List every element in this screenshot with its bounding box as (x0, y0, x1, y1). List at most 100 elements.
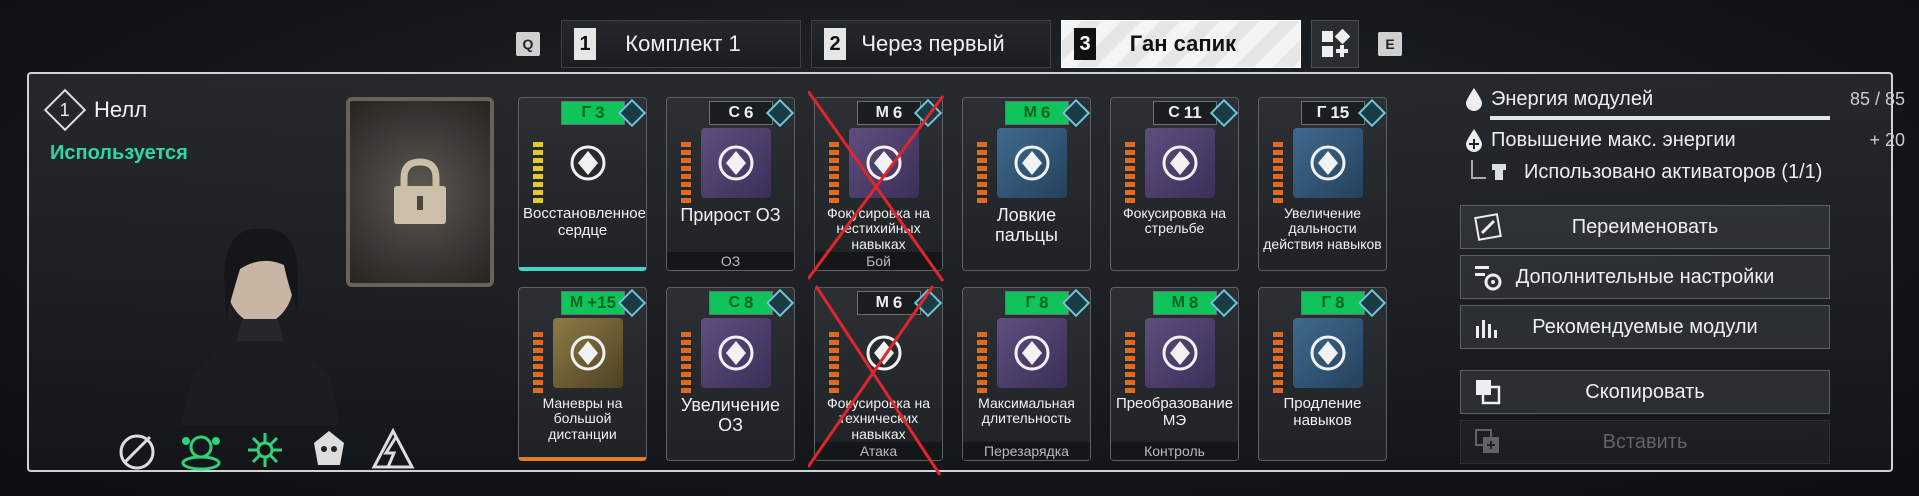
module-level-bars (829, 332, 839, 393)
module-card[interactable]: Γ 8 Продление навыков (1258, 287, 1387, 461)
module-cost: M 6 (1005, 101, 1069, 125)
character-name: Нелл (94, 97, 148, 122)
module-icon (1145, 128, 1215, 198)
grid-plus-icon (1322, 29, 1350, 57)
module-icon (1145, 318, 1215, 388)
module-card[interactable]: C 6 Прирост ОЗ ОЗ (666, 97, 795, 271)
module-level-bars (1125, 332, 1135, 393)
tab-label: Комплект 1 (625, 31, 741, 56)
module-name: Увеличение ОЗ (680, 395, 781, 435)
module-cost-value: 8 (1039, 293, 1049, 312)
recommended-modules-button[interactable]: Рекомендуемые модули (1460, 305, 1830, 349)
module-card[interactable]: Γ 3 Восстановленное сердце (518, 97, 647, 271)
module-cost-value: 15 (1330, 103, 1350, 122)
next-tab-key[interactable]: E (1378, 32, 1402, 56)
module-name: Фокусировка на стрельбе (1122, 205, 1226, 237)
module-name: Прирост ОЗ (680, 205, 781, 225)
module-icon (1293, 128, 1363, 198)
module-icon (553, 318, 623, 388)
energy-bar (1490, 116, 1830, 120)
module-level-bars (1125, 142, 1135, 203)
module-socket-icon: C (728, 104, 741, 121)
module-name: Фокусировка на технических навыках (826, 395, 930, 442)
module-card[interactable]: M +15 Маневры на большой дистанции (518, 287, 647, 461)
skill-icon-5[interactable] (368, 425, 418, 475)
energy-value: 85 / 85 (1849, 88, 1905, 109)
module-cost-value: 6 (892, 103, 903, 122)
activators-row: Использовано активаторов (1/1) (1470, 160, 1822, 184)
module-cost: C 11 (1153, 101, 1217, 125)
module-cost: M +15 (561, 291, 625, 315)
module-level-bars (977, 142, 987, 203)
module-socket-icon: Γ (1025, 294, 1036, 311)
module-icon (997, 128, 1067, 198)
module-card[interactable]: M 6 Фокусировка на технических навыках А… (814, 287, 943, 461)
module-cost: M 6 (857, 101, 921, 125)
module-cost-value: 8 (1335, 293, 1345, 312)
max-energy-row: Повышение макс. энергии + 20 (1465, 128, 1905, 152)
module-level-bars (533, 142, 543, 203)
module-level-bars (829, 142, 839, 203)
module-socket-icon: C (728, 294, 741, 311)
tab-loadout-3[interactable]: 3 Ган сапик (1061, 20, 1301, 68)
module-card[interactable]: M 6 Фокусировка на нестихийных навыках Б… (814, 97, 943, 271)
module-level-bars (1273, 332, 1283, 393)
module-card[interactable]: C 8 Увеличение ОЗ (666, 287, 795, 461)
paste-icon (1475, 429, 1499, 453)
character-status: Используется (50, 142, 188, 164)
module-cost: C 8 (709, 291, 773, 315)
skill-icon-2[interactable] (176, 425, 226, 475)
add-loadout-button[interactable] (1311, 20, 1359, 68)
paste-label: Вставить (1602, 430, 1688, 453)
module-card[interactable]: Γ 15 Увеличение дальности действия навык… (1258, 97, 1387, 271)
prev-tab-key[interactable]: Q (516, 32, 540, 56)
skill-icons-row (112, 425, 418, 475)
module-type: Контроль (1111, 442, 1238, 460)
module-cost: Γ 15 (1301, 101, 1365, 125)
skill-icon-4[interactable] (304, 425, 354, 475)
module-cost-value: 6 (892, 293, 903, 312)
module-icon (849, 128, 919, 198)
locked-activator-slot[interactable] (346, 97, 494, 287)
max-energy-label: Повышение макс. энергии (1491, 128, 1736, 151)
module-socket-icon: M (875, 294, 889, 311)
recommended-modules-label: Рекомендуемые модули (1532, 315, 1758, 338)
copy-button[interactable]: Скопировать (1460, 370, 1830, 414)
tab-number: 1 (574, 28, 596, 60)
module-socket-icon: M (1023, 104, 1037, 121)
module-cost: M 8 (1153, 291, 1217, 315)
character-portrait[interactable] (180, 215, 340, 425)
max-energy-value: + 20 (1869, 129, 1905, 150)
tab-loadout-1[interactable]: 1 Комплект 1 (561, 20, 801, 68)
module-card[interactable]: C 11 Фокусировка на стрельбе (1110, 97, 1239, 271)
module-name: Маневры на большой дистанции (542, 395, 623, 442)
paste-button[interactable]: Вставить (1460, 420, 1830, 464)
module-card[interactable]: M 8 Преобразование МЭ Контроль (1110, 287, 1239, 461)
module-socket-icon: M (1171, 294, 1185, 311)
rename-button[interactable]: Переименовать (1460, 205, 1830, 249)
module-cost-value: 11 (1183, 103, 1202, 122)
extra-settings-label: Дополнительные настройки (1515, 265, 1775, 288)
skill-icon-1[interactable] (112, 425, 162, 475)
skill-icon-3[interactable] (240, 425, 290, 475)
activator-icon (1471, 160, 1506, 180)
module-card[interactable]: Γ 8 Максимальная длительность Перезарядк… (962, 287, 1091, 461)
module-level-bars (533, 332, 543, 393)
module-card[interactable]: M 6 Ловкие пальцы (962, 97, 1091, 271)
module-cost-value: 6 (1040, 103, 1051, 122)
energy-label: Энергия модулей (1491, 87, 1654, 110)
extra-settings-button[interactable]: Дополнительные настройки (1460, 255, 1830, 299)
lock-icon (394, 158, 446, 224)
module-level-bars (1273, 142, 1283, 203)
tab-label: Через первый (861, 31, 1005, 56)
energy-plus-icon (1466, 129, 1482, 152)
module-cost-value: +15 (587, 293, 617, 312)
character-slot-diamond: 1 (43, 88, 87, 132)
tab-number: 3 (1074, 28, 1096, 60)
tab-loadout-2[interactable]: 2 Через первый (811, 20, 1051, 68)
module-icon (997, 318, 1067, 388)
energy-drop-icon (1466, 88, 1482, 111)
module-cost: Γ 3 (561, 101, 625, 125)
module-cost: M 6 (857, 291, 921, 315)
module-type: Перезарядка (963, 442, 1090, 460)
